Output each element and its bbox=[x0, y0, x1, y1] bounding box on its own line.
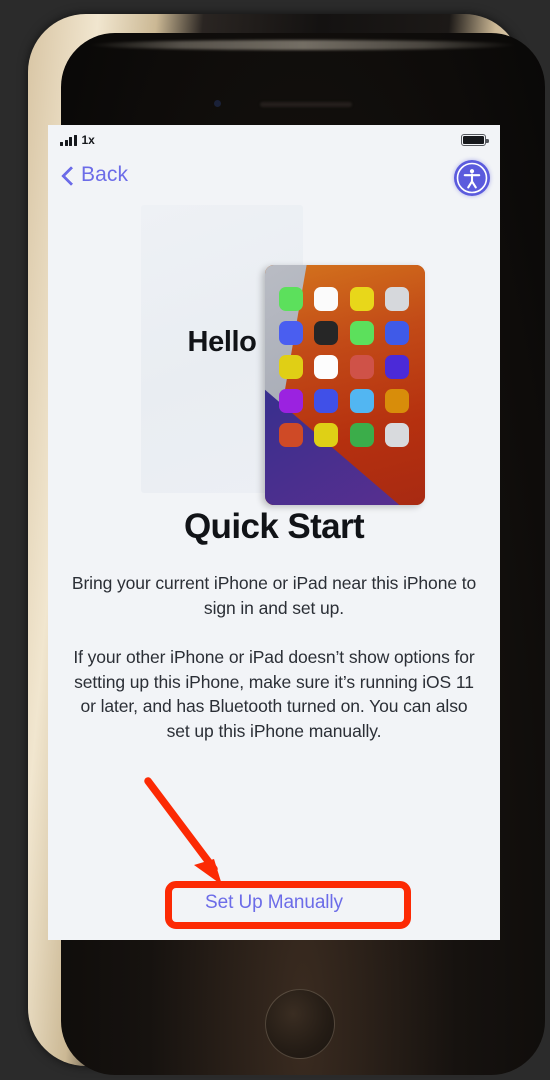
carrier-label: 1x bbox=[81, 132, 95, 147]
app-icon bbox=[349, 287, 374, 311]
status-bar-left: 1x bbox=[60, 132, 95, 147]
app-grid-card bbox=[265, 265, 425, 505]
app-icon bbox=[349, 355, 374, 379]
accessibility-icon bbox=[456, 162, 488, 194]
app-icon bbox=[279, 423, 303, 447]
app-icon bbox=[314, 321, 339, 345]
home-button[interactable] bbox=[265, 989, 335, 1059]
app-icon bbox=[384, 287, 409, 311]
app-icon bbox=[279, 389, 303, 413]
app-icon bbox=[314, 423, 339, 447]
app-icon bbox=[384, 389, 409, 413]
set-up-manually-link[interactable]: Set Up Manually bbox=[48, 892, 500, 914]
phone-screen: 1x Back Hello Quick Start Bring your cur… bbox=[48, 125, 500, 940]
accessibility-button[interactable] bbox=[454, 160, 490, 196]
signal-strength-icon bbox=[60, 134, 77, 146]
bezel-highlight bbox=[88, 40, 518, 50]
app-icon bbox=[279, 287, 303, 311]
app-icon bbox=[384, 321, 409, 345]
chevron-left-icon bbox=[62, 165, 74, 185]
app-icon bbox=[349, 389, 374, 413]
back-button-label: Back bbox=[81, 163, 129, 186]
quick-start-illustration: Hello bbox=[48, 203, 500, 505]
app-icon-grid bbox=[279, 287, 411, 447]
navigation-bar: Back bbox=[48, 155, 500, 205]
app-icon bbox=[384, 423, 409, 447]
battery-icon bbox=[461, 134, 489, 146]
battery-fill bbox=[463, 136, 484, 144]
app-icon bbox=[314, 287, 339, 311]
app-icon bbox=[349, 423, 374, 447]
description-paragraph-2: If your other iPhone or iPad doesn’t sho… bbox=[73, 646, 475, 742]
app-icon bbox=[279, 355, 303, 379]
back-button[interactable]: Back bbox=[62, 163, 128, 187]
app-icon bbox=[314, 389, 339, 413]
app-icon bbox=[384, 355, 409, 379]
app-icon bbox=[314, 355, 339, 379]
main-content: Quick Start Bring your current iPhone or… bbox=[48, 507, 500, 744]
earpiece-speaker bbox=[260, 102, 352, 107]
page-title: Quick Start bbox=[183, 507, 365, 546]
description-paragraph-1: Bring your current iPhone or iPad near t… bbox=[71, 573, 477, 618]
status-bar: 1x bbox=[48, 125, 500, 155]
app-icon bbox=[279, 321, 303, 345]
app-icon bbox=[349, 321, 374, 345]
front-camera-icon bbox=[214, 100, 221, 107]
